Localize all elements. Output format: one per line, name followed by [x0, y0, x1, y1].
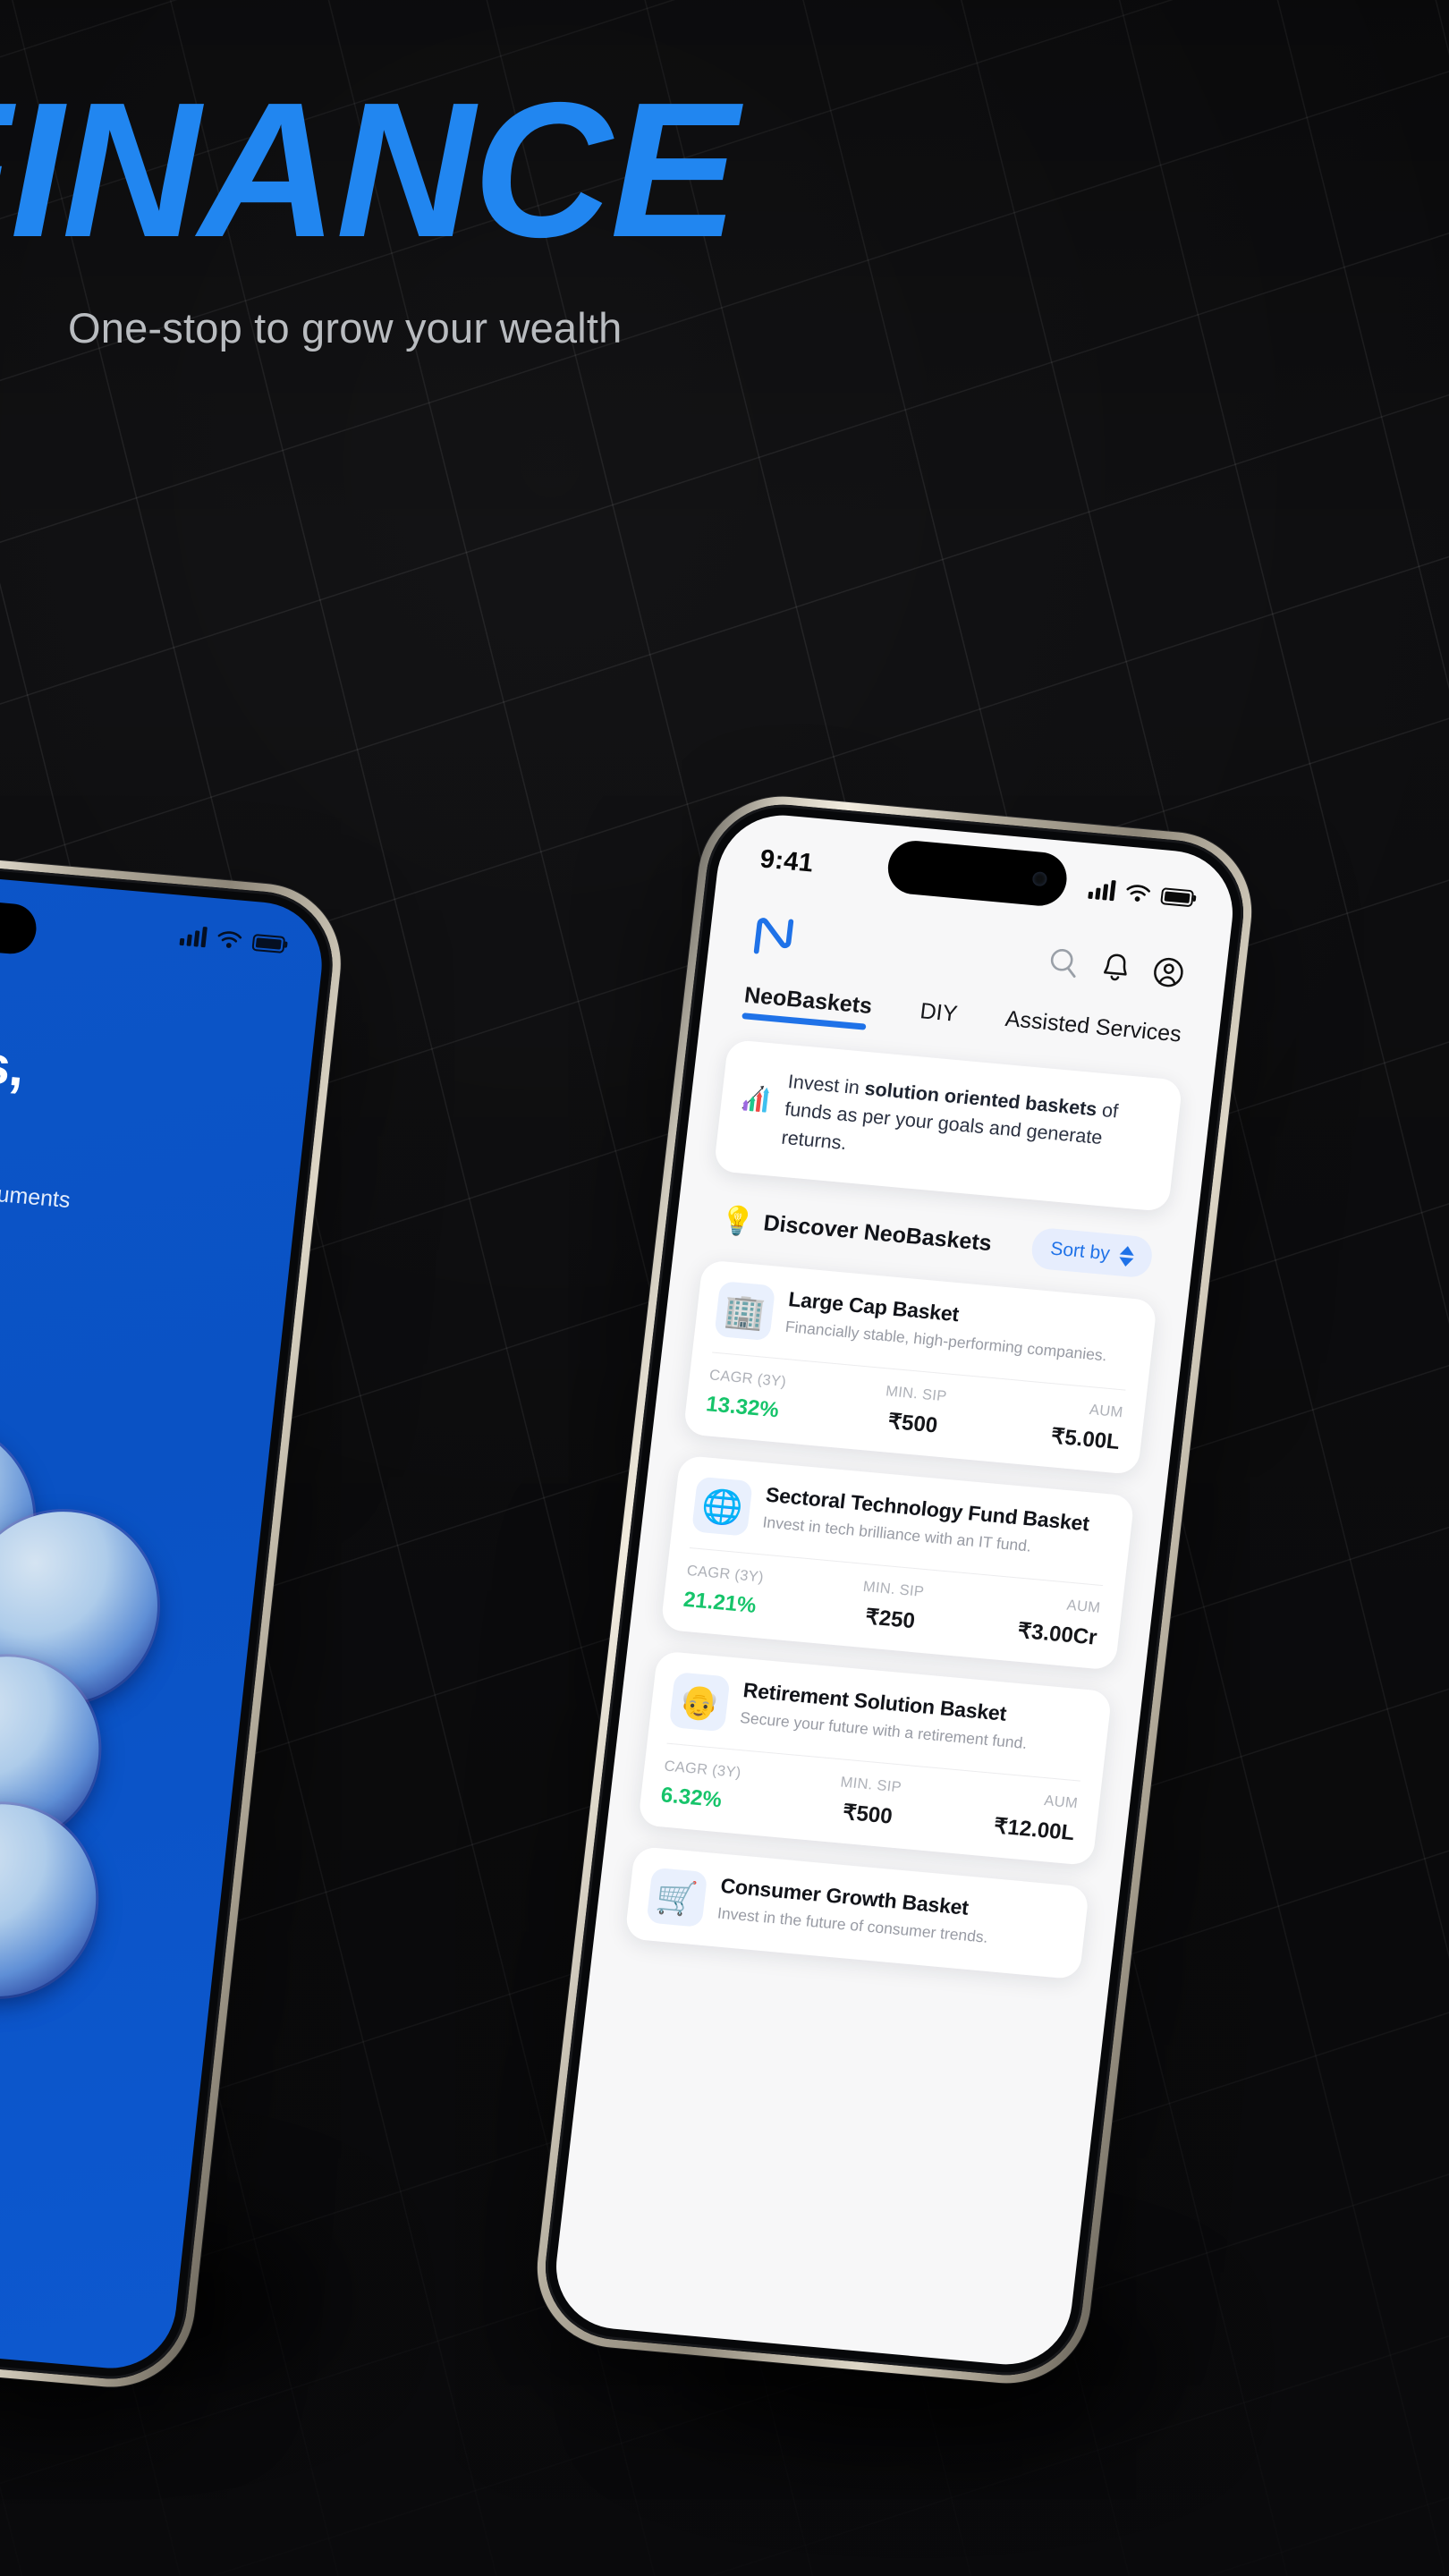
wifi-icon: [217, 931, 242, 948]
stat-min-sip-value: ₹500: [841, 1800, 894, 1829]
bell-icon[interactable]: [1099, 950, 1133, 985]
office-building-icon: 🏢: [714, 1281, 776, 1342]
stat-aum-label: AUM: [1088, 1402, 1124, 1421]
basket-stats: CAGR (3Y) 21.21% MIN. SIP ₹250 AUM ₹3.00…: [682, 1548, 1103, 1651]
abstract-blue-discs: [0, 1412, 243, 2004]
stat-cagr: CAGR (3Y) 6.32%: [659, 1758, 803, 1822]
info-banner-text: Invest in solution oriented baskets of f…: [780, 1068, 1157, 1185]
stat-min-sip-value: ₹250: [864, 1605, 917, 1634]
sort-by-button[interactable]: Sort by: [1030, 1226, 1155, 1279]
banner-text-pre: Invest in: [786, 1071, 867, 1099]
stat-min-sip: MIN. SIP ₹500: [843, 1380, 987, 1444]
stat-cagr-value: 13.32%: [704, 1392, 781, 1423]
basket-card-large-cap[interactable]: 🏢 Large Cap Basket Financially stable, h…: [682, 1259, 1158, 1476]
page-subtitle: One-stop to grow your wealth: [68, 304, 623, 352]
user-avatar-icon[interactable]: [1150, 955, 1186, 990]
status-time: 9:41: [758, 843, 816, 878]
basket-card-header: 🛒 Consumer Growth Basket Invest in the f…: [646, 1867, 1065, 1961]
basket-card-retirement-solution[interactable]: 👴 Retirement Solution Basket Secure your…: [637, 1650, 1113, 1867]
section-header-left: 💡 Discover NeoBaskets: [718, 1203, 994, 1257]
older-person-icon: 👴: [668, 1672, 731, 1733]
status-indicators: [1088, 879, 1195, 908]
stat-min-sip: MIN. SIP ₹500: [797, 1771, 941, 1835]
cellular-signal-icon: [1088, 879, 1116, 902]
search-icon[interactable]: [1046, 945, 1081, 980]
header-icon-group: [1046, 945, 1187, 990]
basket-card-consumer-growth[interactable]: 🛒 Consumer Growth Basket Invest in the f…: [624, 1845, 1090, 1980]
growth-arrows-icon: [741, 1085, 769, 1113]
wifi-icon: [1126, 885, 1150, 902]
stat-aum-label: AUM: [1043, 1792, 1079, 1812]
stat-aum: AUM ₹5.00L: [980, 1393, 1124, 1456]
stat-cagr-label: CAGR (3Y): [708, 1367, 788, 1391]
sort-updown-icon: [1118, 1245, 1135, 1267]
stat-min-sip-label: MIN. SIP: [885, 1383, 948, 1405]
stat-aum: AUM ₹12.00L: [935, 1784, 1079, 1847]
stat-cagr-value: 6.32%: [659, 1783, 724, 1813]
stat-min-sip-value: ₹500: [886, 1409, 939, 1438]
section-title: Discover NeoBaskets: [762, 1209, 994, 1256]
stat-aum-value: ₹3.00Cr: [1016, 1618, 1098, 1650]
basket-stats: CAGR (3Y) 13.32% MIN. SIP ₹500 AUM ₹5.00…: [705, 1353, 1126, 1456]
sort-by-label: Sort by: [1049, 1238, 1112, 1265]
stat-aum-value: ₹5.00L: [1049, 1424, 1122, 1455]
stat-cagr-value: 21.21%: [682, 1587, 758, 1619]
stat-cagr: CAGR (3Y) 13.32%: [705, 1368, 849, 1431]
stat-aum-label: AUM: [1065, 1597, 1102, 1617]
page-title: FINANCE: [0, 62, 739, 277]
stat-min-sip-label: MIN. SIP: [861, 1578, 926, 1601]
basket-stats: CAGR (3Y) 6.32% MIN. SIP ₹500 AUM ₹12.00…: [659, 1744, 1080, 1847]
dynamic-island: [885, 838, 1070, 909]
battery-icon: [251, 933, 286, 953]
battery-icon: [1160, 886, 1195, 907]
stat-min-sip: MIN. SIP ₹250: [819, 1575, 963, 1639]
basket-card-sectoral-technology[interactable]: 🌐 Sectoral Technology Fund Basket Invest…: [660, 1454, 1135, 1671]
hero-section: FINANCE One-stop to grow your wealth: [0, 0, 984, 352]
lightbulb-icon: 💡: [718, 1203, 757, 1238]
stat-cagr-label: CAGR (3Y): [685, 1563, 765, 1586]
shopping-cart-icon: 🛒: [646, 1867, 708, 1928]
stat-aum-value: ₹12.00L: [992, 1814, 1076, 1846]
content-scroll-area[interactable]: Invest in solution oriented baskets of f…: [594, 1013, 1216, 1983]
stat-cagr: CAGR (3Y) 21.21%: [682, 1563, 826, 1626]
neo-brand-logo[interactable]: [749, 913, 794, 960]
cellular-signal-icon: [179, 926, 208, 948]
stat-aum: AUM ₹3.00Cr: [958, 1588, 1102, 1651]
stat-cagr-label: CAGR (3Y): [663, 1758, 742, 1782]
stat-min-sip-label: MIN. SIP: [839, 1774, 902, 1796]
globe-icon: 🌐: [691, 1476, 753, 1537]
tab-diy[interactable]: DIY: [918, 998, 959, 1037]
